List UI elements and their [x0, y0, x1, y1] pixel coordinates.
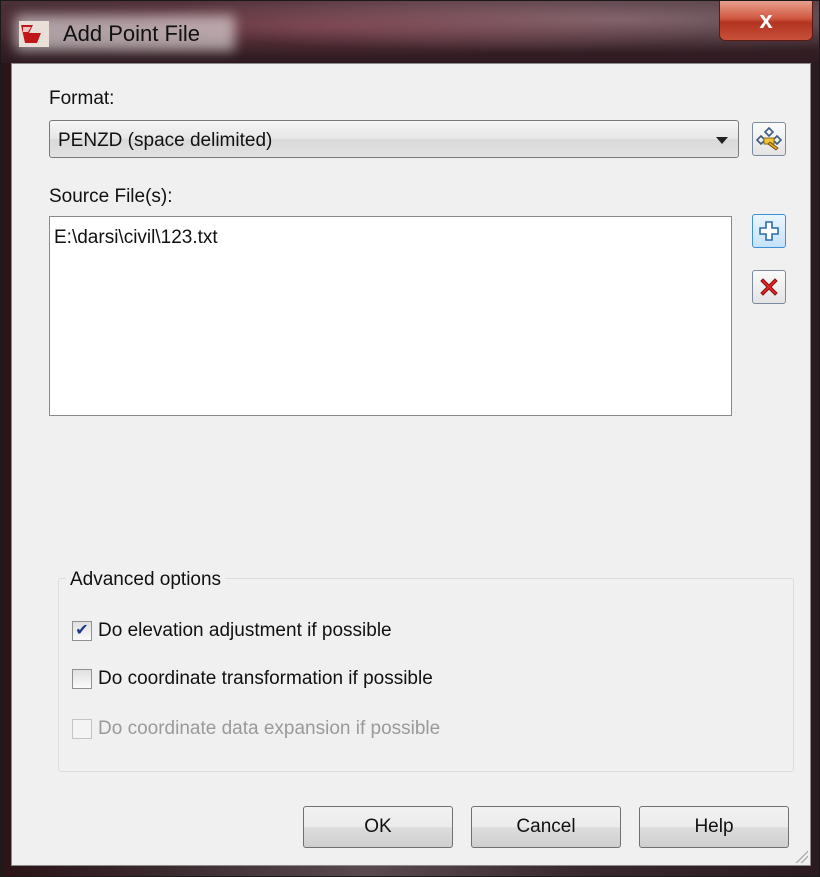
chevron-down-icon [716, 137, 728, 144]
add-plus-icon [759, 221, 779, 241]
title-bar[interactable]: Add Point File x [1, 1, 819, 63]
source-files-list[interactable]: E:\darsi\civil\123.txt [49, 216, 732, 416]
dialog-body: Format: PENZD (space delimited) Source F… [11, 63, 811, 866]
help-button[interactable]: Help [639, 806, 789, 848]
format-label: Format: [49, 88, 115, 109]
add-point-file-dialog: Add Point File x Format: PENZD (space de… [0, 0, 820, 877]
format-dropdown[interactable]: PENZD (space delimited) [49, 120, 739, 158]
elevation-adjustment-option[interactable]: ✔ Do elevation adjustment if possible [72, 620, 392, 642]
source-files-label: Source File(s): [49, 186, 173, 207]
coordinate-expansion-label: Do coordinate data expansion if possible [98, 718, 441, 739]
autodesk-civil-icon [19, 21, 49, 47]
list-item[interactable]: E:\darsi\civil\123.txt [54, 227, 218, 249]
elevation-adjustment-checkbox[interactable]: ✔ [72, 621, 92, 641]
close-button[interactable]: x [719, 1, 813, 41]
add-file-button[interactable] [752, 214, 786, 248]
remove-x-icon [760, 278, 778, 296]
elevation-adjustment-label: Do elevation adjustment if possible [98, 620, 392, 641]
ok-button[interactable]: OK [303, 806, 453, 848]
cancel-button[interactable]: Cancel [471, 806, 621, 848]
coordinate-expansion-checkbox [72, 719, 92, 739]
remove-file-button[interactable] [752, 270, 786, 304]
window-title: Add Point File [63, 21, 200, 46]
advanced-options-legend: Advanced options [66, 569, 226, 591]
format-manager-button[interactable] [752, 122, 786, 156]
format-manager-icon [756, 126, 782, 151]
coordinate-expansion-option: Do coordinate data expansion if possible [72, 718, 440, 740]
coordinate-transformation-label: Do coordinate transformation if possible [98, 668, 433, 689]
close-icon: x [759, 6, 773, 34]
format-selected-value: PENZD (space delimited) [58, 130, 273, 151]
coordinate-transformation-checkbox[interactable] [72, 669, 92, 689]
resize-grip[interactable] [792, 847, 808, 863]
coordinate-transformation-option[interactable]: Do coordinate transformation if possible [72, 668, 433, 690]
